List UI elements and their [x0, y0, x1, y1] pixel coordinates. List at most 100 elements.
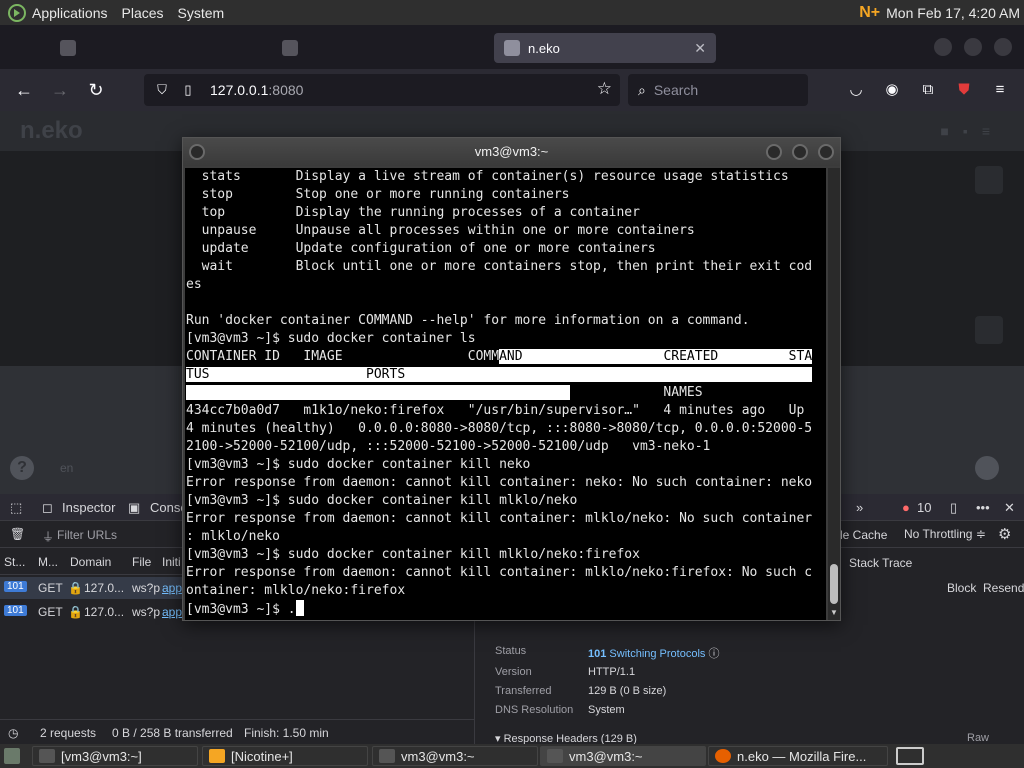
lock-icon: 🔒 [68, 581, 83, 595]
terminal-scrollbar[interactable]: ▼ [828, 168, 840, 620]
terminal-line: Run 'docker container COMMAND --help' fo… [186, 313, 750, 328]
devtools-menu-icon[interactable]: ••• [976, 500, 990, 515]
tab-background[interactable] [272, 33, 482, 63]
file: ws?p [132, 581, 161, 595]
task-firefox[interactable]: n.eko — Mozilla Fire... [708, 746, 888, 766]
col-method[interactable]: M... [38, 555, 58, 569]
tab-github[interactable] [50, 33, 250, 63]
top-panel: Applications Places System N+ Mon Feb 17… [0, 0, 1024, 25]
trash-icon[interactable]: 🗑 [10, 527, 25, 541]
scroll-down-icon[interactable]: ▼ [830, 608, 838, 617]
url-bar[interactable]: ⛉ ▯ 127.0.0.1:8080 ☆ [144, 74, 620, 106]
close-button[interactable] [818, 144, 834, 160]
col-domain[interactable]: Domain [70, 555, 111, 569]
tab-strip: n.eko ✕ [0, 25, 1024, 69]
tab-neko[interactable]: n.eko ✕ [494, 33, 716, 63]
throttling-select[interactable]: No Throttling ≑ [904, 527, 986, 541]
terminal-output[interactable]: stats Display a live stream of container… [185, 168, 826, 620]
terminal-titlebar[interactable]: vm3@vm3:~ [183, 138, 840, 166]
dock-icon[interactable]: ▯ [950, 500, 957, 516]
back-icon[interactable]: ← [12, 78, 36, 102]
minimize-button[interactable] [934, 38, 952, 56]
resend-button[interactable]: Resend [983, 581, 1024, 595]
col-initiator[interactable]: Initi [162, 555, 181, 569]
extensions-icon[interactable]: ⧉ [918, 80, 938, 100]
neko-icon [282, 40, 298, 56]
menu-hamburger-icon[interactable]: ≡ [990, 80, 1010, 100]
terminal-cursor [295, 600, 304, 616]
menu-places[interactable]: Places [122, 5, 164, 21]
transferred-row: Transferred 129 B (0 B size) [495, 685, 667, 697]
task-terminal-3[interactable]: vm3@vm3:~ [540, 746, 706, 766]
task-nicotine[interactable]: [Nicotine+] [202, 746, 368, 766]
col-status[interactable]: St... [4, 555, 25, 569]
menu-applications[interactable]: Applications [32, 5, 108, 21]
nicotine-tray-icon[interactable]: N+ [859, 4, 880, 22]
clock[interactable]: Mon Feb 17, 4:20 AM [886, 5, 1020, 21]
tab-stack-trace[interactable]: Stack Trace [849, 556, 912, 570]
lock-icon: 🔒 [68, 605, 83, 619]
gear-icon[interactable]: ⚙ [998, 525, 1011, 543]
nav-bar: ← → ↻ ⛉ ▯ 127.0.0.1:8080 ☆ ⌕ Search ◡ ◉ … [0, 69, 1024, 111]
initiator-link[interactable]: app [162, 581, 182, 595]
method: GET [38, 581, 63, 595]
search-placeholder: Search [653, 82, 699, 98]
terminal-window[interactable]: vm3@vm3:~ stats Display a live stream of… [182, 137, 841, 621]
disable-cache-label[interactable]: le Cache [840, 528, 887, 542]
terminal-title: vm3@vm3:~ [474, 144, 549, 159]
workspace-switcher[interactable] [896, 747, 924, 765]
initiator-link[interactable]: app [162, 605, 182, 619]
menu-system[interactable]: System [178, 5, 225, 21]
status-text[interactable]: Switching Protocols [609, 648, 705, 660]
pocket-icon[interactable]: ◡ [846, 80, 866, 100]
tab-inspector[interactable]: Inspector [62, 500, 115, 515]
reload-icon[interactable]: ↻ [84, 78, 108, 102]
applications-menu-icon[interactable] [8, 3, 26, 22]
url-text[interactable]: 127.0.0.1:8080 [210, 82, 303, 98]
error-icon[interactable]: ● [902, 500, 910, 515]
close-window-button[interactable] [994, 38, 1012, 56]
window-menu-button[interactable] [189, 144, 205, 160]
pick-element-icon[interactable]: ⬚ [10, 500, 22, 516]
domain: 127.0... [84, 605, 125, 619]
fullscreen-button[interactable] [975, 166, 1003, 194]
close-tab-icon[interactable]: ✕ [694, 40, 706, 57]
forward-icon[interactable]: → [48, 78, 72, 102]
account-icon[interactable]: ◉ [882, 80, 902, 100]
neko-icon [504, 40, 520, 56]
block-button[interactable]: Block [947, 581, 976, 595]
terminal-line: CONTAINER ID IMAGE COMMAND CREATED STA [186, 349, 813, 364]
ublock-icon[interactable]: ⛊ [954, 80, 974, 100]
maximize-button[interactable] [792, 144, 808, 160]
timer-icon[interactable]: ◷ [8, 726, 18, 740]
terminal-line: stats Display a live stream of container… [186, 169, 789, 184]
terminal-line: stop Stop one or more running containers [186, 187, 570, 202]
language-label[interactable]: en [60, 461, 73, 475]
raw-toggle[interactable]: Raw [967, 732, 989, 744]
help-icon[interactable]: ? [10, 456, 34, 480]
bookmark-star-icon[interactable]: ☆ [597, 79, 612, 99]
request-count: 2 requests [40, 726, 97, 740]
neko-header-icons[interactable]: ■▪≡ [940, 123, 1004, 139]
help-circle-icon[interactable]: ⓘ [708, 648, 719, 660]
nicotine-icon [209, 749, 225, 763]
lock-button[interactable] [975, 316, 1003, 344]
col-file[interactable]: File [132, 555, 151, 569]
maximize-button[interactable] [964, 38, 982, 56]
more-tabs-icon[interactable]: » [856, 500, 863, 515]
show-desktop-icon[interactable] [4, 748, 20, 764]
search-input[interactable]: ⌕ Search [628, 74, 808, 106]
file: ws?p [132, 605, 161, 619]
filter-urls-input[interactable]: Filter URLs [57, 528, 117, 542]
emoji-icon[interactable] [975, 456, 999, 480]
error-count[interactable]: 10 [917, 500, 931, 515]
task-terminal-2[interactable]: vm3@vm3:~ [372, 746, 538, 766]
page-icon[interactable]: ▯ [180, 82, 196, 98]
task-terminal-1[interactable]: [vm3@vm3:~] [32, 746, 198, 766]
close-devtools-icon[interactable]: ✕ [1004, 500, 1015, 516]
terminal-line: unpause Unpause all processes within one… [186, 223, 695, 238]
shield-icon[interactable]: ⛉ [154, 82, 170, 98]
network-summary: ◷ 2 requests 0 B / 258 B transferred Fin… [0, 719, 474, 744]
scrollbar-thumb[interactable] [830, 564, 838, 604]
minimize-button[interactable] [766, 144, 782, 160]
